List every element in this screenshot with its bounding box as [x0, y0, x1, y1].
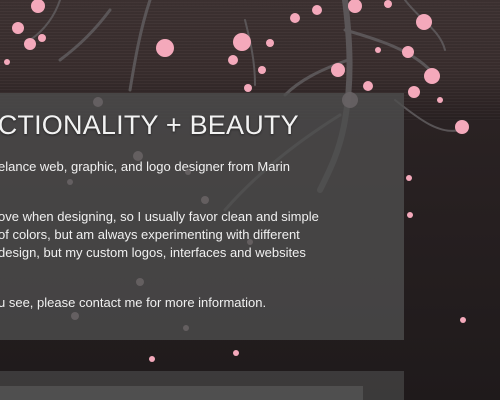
intro-line-1: elance web, graphic, and logo designer f… — [0, 159, 290, 174]
intro-line-2: ove when designing, so I usually favor c… — [0, 209, 319, 224]
intro-line-3: of colors, but am always experimenting w… — [0, 227, 300, 242]
intro-line-5: u see, please contact me for more inform… — [0, 295, 267, 310]
page-heading: NCTIONALITY + BEAUTY — [0, 110, 299, 140]
intro-line-4: design, but my custom logos, interfaces … — [0, 245, 306, 260]
second-panel-inner — [0, 386, 363, 400]
